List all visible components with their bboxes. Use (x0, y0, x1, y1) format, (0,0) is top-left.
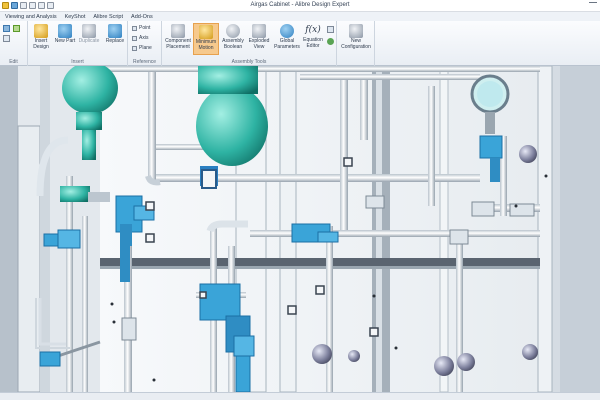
ribbon-tabs: Viewing and Analysis KeyShot Alibre Scri… (0, 12, 600, 21)
equation-editor-icon: f(x) (305, 25, 321, 35)
point-button[interactable]: Point (132, 25, 150, 31)
tab-add-ons[interactable]: Add-Ons (129, 14, 155, 20)
component-placement-icon (171, 24, 185, 38)
insert-design-icon (34, 24, 48, 38)
tab-keyshot[interactable]: KeyShot (63, 14, 88, 20)
window-title: Airgas Cabinet - Alibre Design Expert (250, 2, 350, 8)
global-parameters-button[interactable]: Global Parameters (274, 23, 300, 55)
duplicate-icon (82, 24, 96, 38)
3d-viewport[interactable] (0, 66, 600, 392)
new-configuration-button[interactable]: New Configuration (341, 23, 371, 55)
replace-button[interactable]: Replace (102, 23, 128, 55)
point-icon (132, 25, 137, 31)
group-edit: Edit (0, 21, 28, 66)
status-bar (0, 392, 600, 400)
minimum-motion-icon (199, 25, 213, 39)
group-insert: Insert Design New Part Duplicate Replace… (28, 21, 128, 66)
assembly-boolean-icon (226, 24, 240, 38)
assembly-model (0, 66, 600, 392)
ribbon: Edit Insert Design New Part Duplicate Re… (0, 21, 600, 66)
assembly-boolean-button[interactable]: Assembly Boolean (220, 23, 246, 55)
new-part-button[interactable]: New Part (54, 23, 76, 55)
group-assembly-tools: Component Placement Minimum Motion Assem… (162, 21, 337, 66)
plane-button[interactable]: Plane (132, 45, 152, 51)
axis-icon (132, 35, 137, 41)
group-label-insert: Insert (71, 59, 84, 65)
new-configuration-icon (349, 24, 363, 38)
status-icon[interactable] (327, 38, 334, 45)
equation-editor-button[interactable]: f(x) Equation Editor (300, 23, 326, 55)
new-part-icon (58, 24, 72, 38)
window-controls (589, 2, 597, 9)
group-configurations: New Configuration (337, 21, 375, 66)
select-icon[interactable] (3, 35, 10, 42)
plane-icon (132, 45, 137, 51)
group-label-reference: Reference (132, 59, 157, 65)
exploded-view-button[interactable]: Exploded View (246, 23, 272, 55)
axis-button[interactable]: Axis (132, 35, 148, 41)
table-icon[interactable] (327, 26, 334, 33)
tab-viewing-and-analysis[interactable]: Viewing and Analysis (3, 14, 59, 20)
replace-icon (108, 24, 122, 38)
insert-design-button[interactable]: Insert Design (28, 23, 54, 55)
minimum-motion-button[interactable]: Minimum Motion (193, 23, 219, 55)
global-parameters-icon (280, 24, 294, 38)
group-label-edit: Edit (9, 59, 18, 65)
edit-icon[interactable] (3, 25, 10, 32)
group-reference: Point Axis Plane Reference (128, 21, 162, 66)
component-placement-button[interactable]: Component Placement (164, 23, 192, 55)
title-bar: Airgas Cabinet - Alibre Design Expert (0, 0, 600, 12)
exploded-view-icon (252, 24, 266, 38)
tab-alibre-script[interactable]: Alibre Script (91, 14, 125, 20)
check-icon[interactable] (13, 25, 20, 32)
duplicate-button[interactable]: Duplicate (76, 23, 102, 55)
group-label-assembly-tools: Assembly Tools (231, 59, 267, 65)
minimize-icon[interactable] (589, 2, 597, 9)
